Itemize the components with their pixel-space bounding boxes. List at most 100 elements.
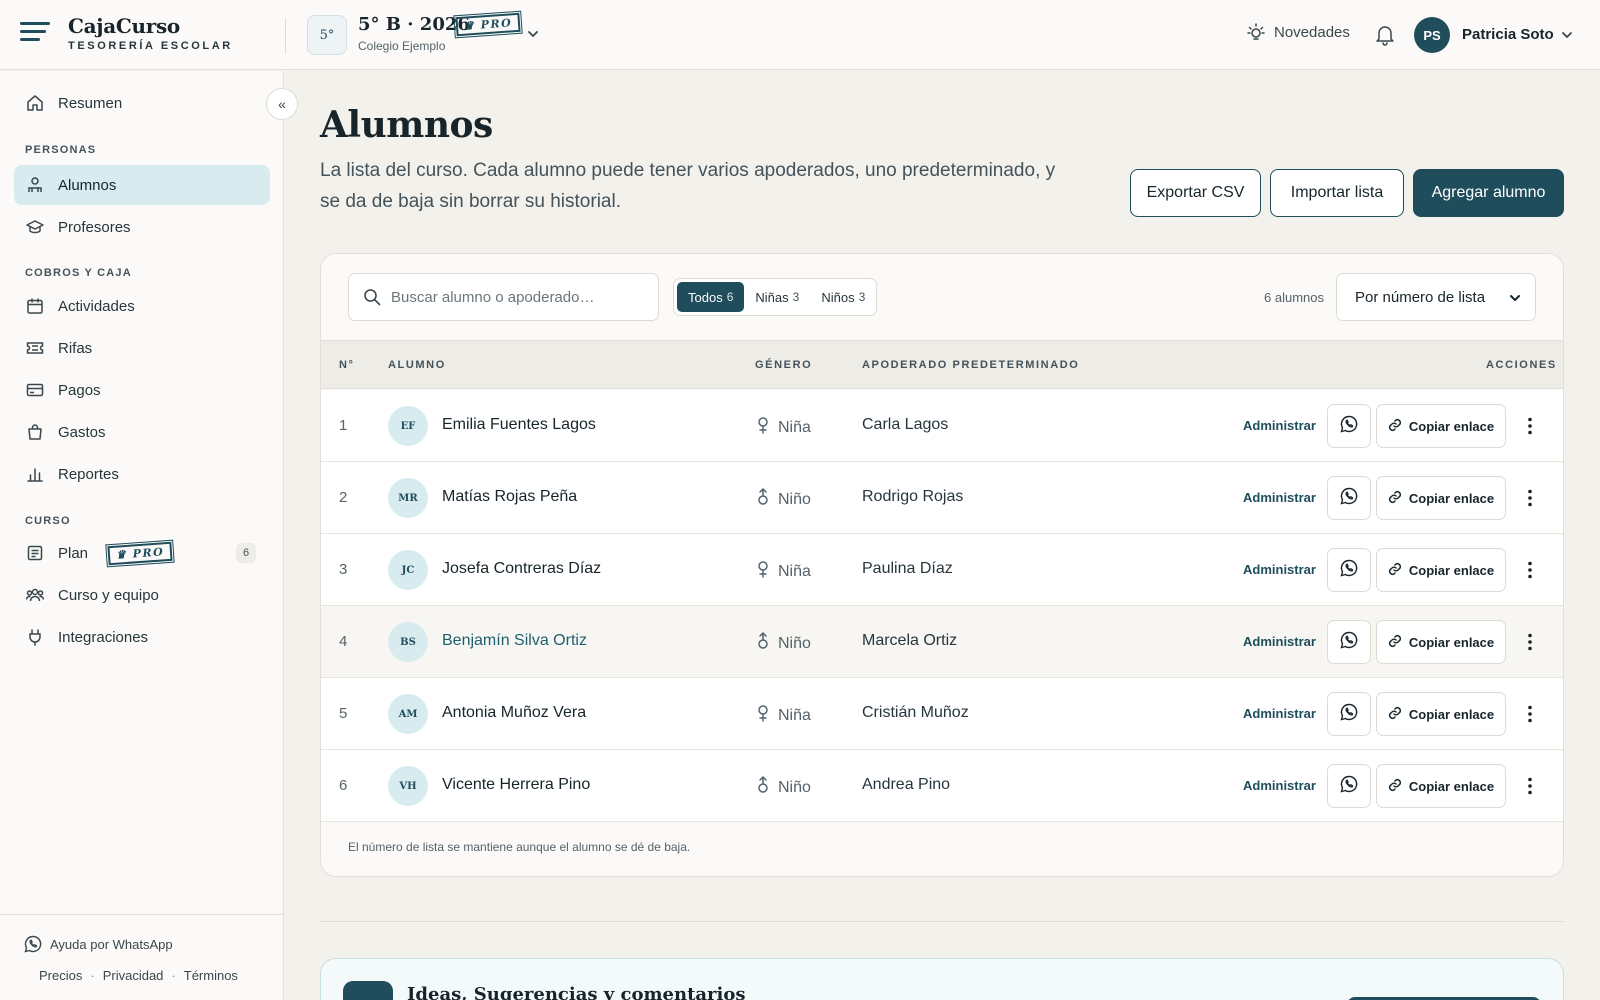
- sidebar-item-integrations[interactable]: Integraciones: [14, 617, 270, 657]
- sidebar-item-expenses[interactable]: Gastos: [14, 412, 270, 452]
- copy-link-label: Copiar enlace: [1408, 418, 1495, 434]
- student-gender: Niño: [756, 631, 811, 655]
- copy-link-button[interactable]: Copiar enlace: [1376, 620, 1506, 664]
- sort-select[interactable]: Por número de lista: [1336, 273, 1536, 321]
- student-name[interactable]: Matías Rojas Peña: [442, 488, 577, 506]
- import-list-button[interactable]: Importar lista: [1270, 169, 1404, 217]
- whatsapp-button[interactable]: [1327, 476, 1371, 520]
- table-row[interactable]: 3 JC Josefa Contreras Díaz Niña Paulina Díaz…: [321, 534, 1563, 606]
- table-row[interactable]: 4 BS Benjamín Silva Ortiz Niño Marcela Ortiz…: [321, 606, 1563, 678]
- gender-label: Niña: [778, 562, 811, 580]
- sidebar-item-teachers[interactable]: Profesores: [14, 207, 270, 247]
- admin-link[interactable]: Administrar: [1243, 634, 1316, 649]
- admin-link[interactable]: Administrar: [1243, 778, 1316, 793]
- more-options-icon[interactable]: [1516, 412, 1544, 440]
- news-button[interactable]: Novedades: [1246, 22, 1350, 42]
- calendar-icon: [26, 297, 44, 315]
- more-options-icon[interactable]: [1516, 772, 1544, 800]
- filter-boys[interactable]: Niños 3: [810, 282, 876, 312]
- sidebar-item-summary[interactable]: Resumen: [14, 83, 270, 123]
- sidebar-item-plan[interactable]: Plan ♛ PRO 6: [14, 533, 270, 573]
- bell-icon[interactable]: [1374, 23, 1396, 47]
- message-icon: [343, 981, 393, 1000]
- student-gender: Niño: [756, 775, 811, 799]
- table-row[interactable]: 2 MR Matías Rojas Peña Niño Rodrigo Rojas Adm…: [321, 462, 1563, 534]
- export-csv-button[interactable]: Exportar CSV: [1130, 169, 1261, 217]
- admin-link[interactable]: Administrar: [1243, 562, 1316, 577]
- filter-girls[interactable]: Niñas 3: [744, 282, 810, 312]
- home-icon: [26, 94, 44, 112]
- user-name[interactable]: Patricia Soto: [1462, 26, 1554, 43]
- document-icon: [26, 544, 44, 562]
- sidebar-item-raffles[interactable]: Rifas: [14, 328, 270, 368]
- whatsapp-button[interactable]: [1327, 620, 1371, 664]
- more-options-icon[interactable]: [1516, 628, 1544, 656]
- guardian-name: Andrea Pino: [862, 776, 951, 793]
- sidebar-item-reports[interactable]: Reportes: [14, 454, 270, 494]
- chevron-down-icon[interactable]: [526, 27, 540, 41]
- search-box[interactable]: [348, 273, 659, 321]
- copy-link-button[interactable]: Copiar enlace: [1376, 764, 1506, 808]
- sidebar-footer-divider: [0, 914, 284, 915]
- sidebar-item-label: Reportes: [58, 465, 119, 483]
- sidebar-item-activities[interactable]: Actividades: [14, 286, 270, 326]
- collapse-sidebar-button[interactable]: «: [266, 88, 298, 120]
- student-name[interactable]: Josefa Contreras Díaz: [442, 560, 601, 578]
- course-school: Colegio Ejemplo: [358, 39, 446, 53]
- copy-link-button[interactable]: Copiar enlace: [1376, 404, 1506, 448]
- footer-prices-link[interactable]: Precios: [39, 968, 82, 983]
- whatsapp-help-link[interactable]: Ayuda por WhatsApp: [24, 935, 173, 953]
- female-icon: [756, 560, 770, 583]
- copy-link-button[interactable]: Copiar enlace: [1376, 548, 1506, 592]
- top-bar: CajaCurso TESORERÍA ESCOLAR 5° 5° B · 20…: [0, 0, 1600, 70]
- user-avatar[interactable]: PS: [1414, 17, 1450, 53]
- admin-link[interactable]: Administrar: [1243, 418, 1316, 433]
- course-pro-label: PRO: [480, 16, 513, 32]
- copy-link-button[interactable]: Copiar enlace: [1376, 692, 1506, 736]
- more-options-icon[interactable]: [1516, 700, 1544, 728]
- course-pro-stamp: ♛ PRO: [453, 10, 523, 39]
- student-name[interactable]: Antonia Muñoz Vera: [442, 704, 586, 722]
- more-options-icon[interactable]: [1516, 556, 1544, 584]
- copy-link-button[interactable]: Copiar enlace: [1376, 476, 1506, 520]
- sidebar-item-label: Curso y equipo: [58, 586, 159, 604]
- header-gender: GÉNERO: [755, 359, 813, 371]
- search-input[interactable]: [391, 288, 651, 306]
- student-avatar: EF: [388, 406, 428, 446]
- menu-icon[interactable]: [20, 22, 50, 48]
- whatsapp-icon: [1340, 415, 1358, 438]
- student-avatar: BS: [388, 622, 428, 662]
- table-header: N° ALUMNO GÉNERO APODERADO PREDETERMINAD…: [321, 340, 1563, 389]
- sidebar-item-team[interactable]: Curso y equipo: [14, 575, 270, 615]
- course-title[interactable]: 5° B · 2026: [358, 14, 470, 35]
- whatsapp-button[interactable]: [1327, 692, 1371, 736]
- section-people: PERSONAS: [25, 144, 97, 156]
- header-student: ALUMNO: [388, 359, 446, 371]
- admin-link[interactable]: Administrar: [1243, 706, 1316, 721]
- whatsapp-button[interactable]: [1327, 764, 1371, 808]
- more-options-icon[interactable]: [1516, 484, 1544, 512]
- gender-label: Niña: [778, 418, 811, 436]
- footer-terms-link[interactable]: Términos: [184, 968, 238, 983]
- student-name[interactable]: Benjamín Silva Ortiz: [442, 632, 587, 650]
- sidebar-item-label: Plan: [58, 544, 89, 562]
- footer-privacy-link[interactable]: Privacidad: [103, 968, 164, 983]
- table-row[interactable]: 6 VH Vicente Herrera Pino Niño Andrea Pino Ad…: [321, 750, 1563, 822]
- row-number: 1: [339, 417, 348, 434]
- student-name[interactable]: Emilia Fuentes Lagos: [442, 416, 596, 434]
- filter-all[interactable]: Todos 6: [677, 282, 745, 312]
- admin-link[interactable]: Administrar: [1243, 490, 1316, 505]
- sidebar-item-students[interactable]: Alumnos: [14, 165, 270, 205]
- copy-link-label: Copiar enlace: [1408, 778, 1495, 794]
- brand[interactable]: CajaCurso TESORERÍA ESCOLAR: [68, 14, 233, 52]
- whatsapp-button[interactable]: [1327, 404, 1371, 448]
- sidebar-item-label: Integraciones: [58, 628, 149, 646]
- table-row[interactable]: 1 EF Emilia Fuentes Lagos Niña Carla Lagos Ad…: [321, 390, 1563, 462]
- add-student-button[interactable]: Agregar alumno: [1413, 169, 1564, 217]
- whatsapp-button[interactable]: [1327, 548, 1371, 592]
- chevron-down-icon[interactable]: [1560, 28, 1574, 42]
- sidebar-item-payments[interactable]: Pagos: [14, 370, 270, 410]
- student-name[interactable]: Vicente Herrera Pino: [442, 776, 590, 794]
- search-icon: [364, 289, 381, 306]
- table-row[interactable]: 5 AM Antonia Muñoz Vera Niña Cristián Muñoz A…: [321, 678, 1563, 750]
